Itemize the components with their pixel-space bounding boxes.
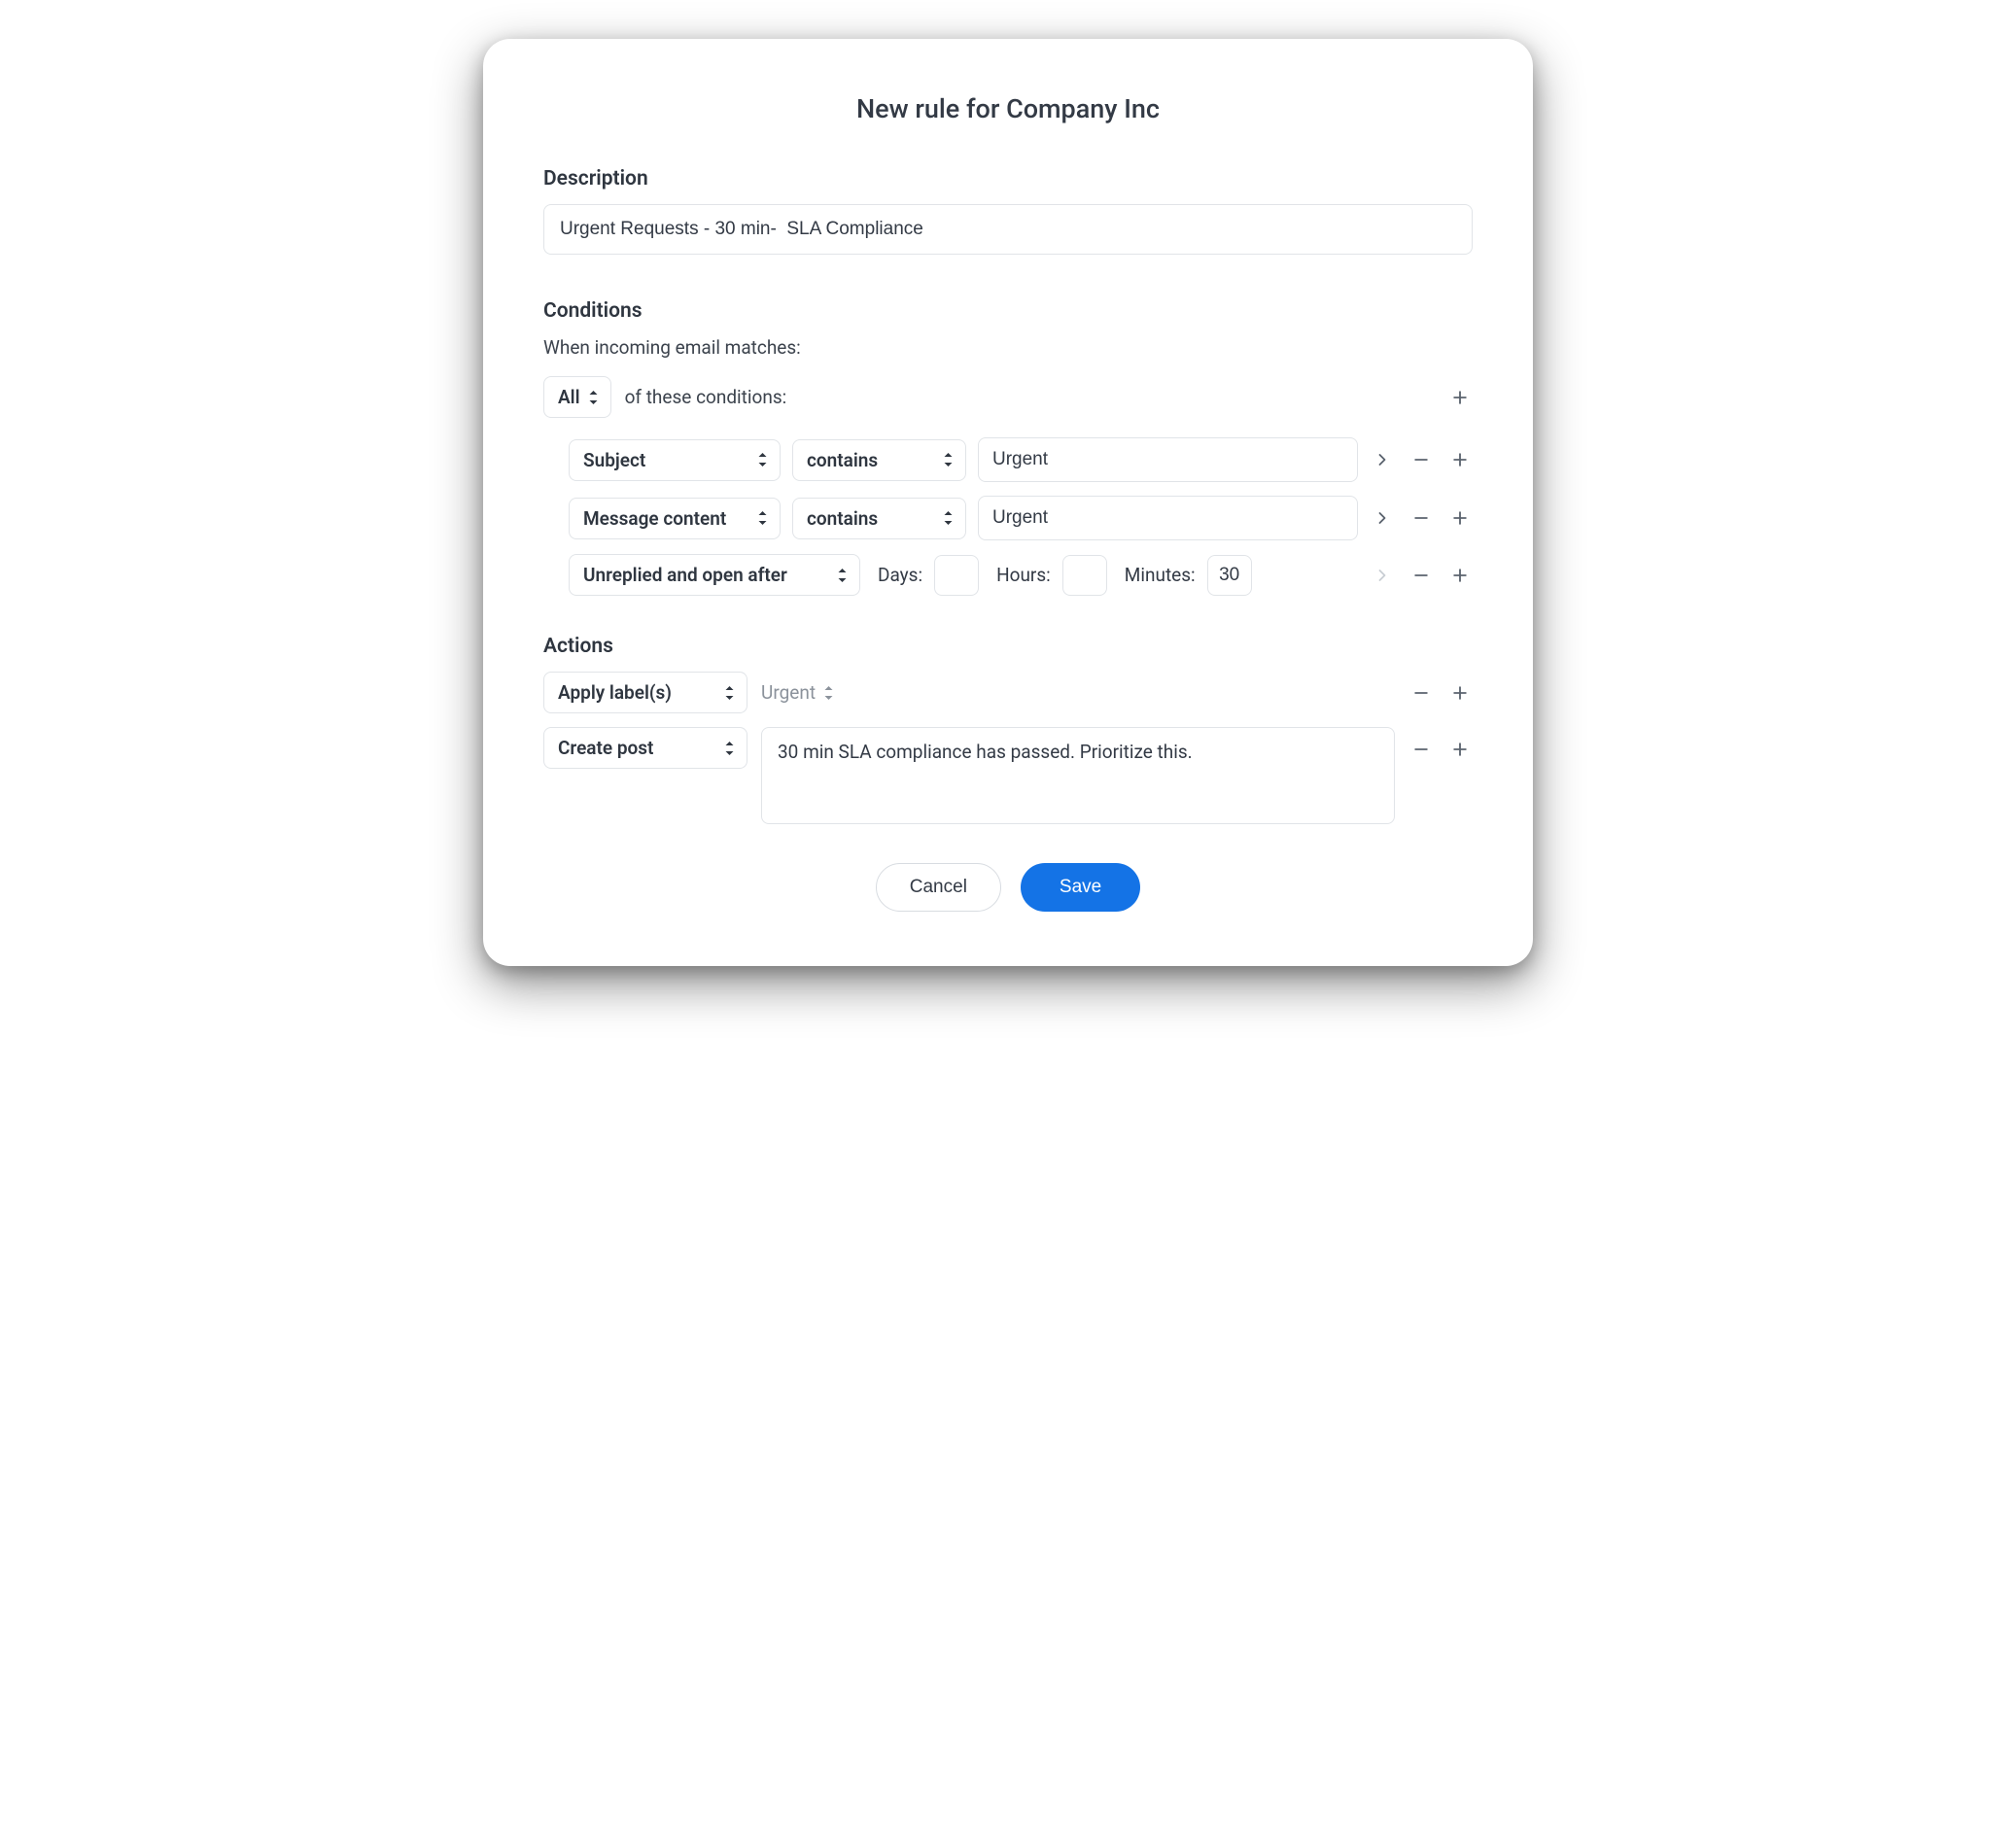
remove-condition-button[interactable]: [1408, 505, 1434, 531]
updown-icon: [757, 510, 768, 526]
updown-icon: [837, 568, 848, 583]
chevron-right-icon: [1373, 450, 1392, 469]
add-condition-button[interactable]: [1447, 447, 1473, 472]
condition-operator-select[interactable]: contains: [792, 498, 966, 539]
hours-input[interactable]: [1062, 555, 1107, 596]
days-input[interactable]: [934, 555, 979, 596]
plus-icon: [1450, 388, 1470, 407]
updown-icon: [823, 685, 834, 701]
condition-field-select[interactable]: Subject: [569, 439, 781, 481]
action-type-select[interactable]: Apply label(s): [543, 672, 747, 713]
condition-value-input[interactable]: [978, 437, 1358, 482]
chevron-right-icon: [1373, 566, 1392, 585]
minutes-label: Minutes:: [1125, 564, 1196, 586]
plus-icon: [1450, 683, 1470, 703]
action-row: Create post: [543, 727, 1473, 824]
updown-icon: [943, 510, 954, 526]
save-button[interactable]: Save: [1021, 863, 1140, 912]
rule-modal: New rule for Company Inc Description Con…: [483, 39, 1533, 966]
condition-row: Message content contains: [543, 496, 1473, 540]
updown-icon: [757, 452, 768, 467]
condition-field-select[interactable]: Message content: [569, 498, 781, 539]
expand-condition-button[interactable]: [1370, 447, 1395, 472]
actions-label: Actions: [543, 635, 1473, 658]
modal-title: New rule for Company Inc: [543, 93, 1473, 124]
match-suffix: of these conditions:: [625, 386, 787, 408]
days-label: Days:: [878, 564, 922, 586]
minus-icon: [1411, 508, 1431, 528]
updown-icon: [724, 741, 735, 756]
updown-icon: [724, 685, 735, 701]
cancel-button[interactable]: Cancel: [876, 863, 1001, 912]
conditions-intro: When incoming email matches:: [543, 336, 1473, 359]
description-input[interactable]: [543, 204, 1473, 255]
add-condition-group-button[interactable]: [1447, 385, 1473, 410]
add-action-button[interactable]: [1447, 680, 1473, 706]
chevron-right-icon: [1373, 508, 1392, 528]
expand-condition-button: [1370, 563, 1395, 588]
minus-icon: [1411, 683, 1431, 703]
remove-action-button[interactable]: [1408, 737, 1434, 762]
minus-icon: [1411, 450, 1431, 469]
label-select[interactable]: Urgent: [761, 673, 834, 712]
match-mode-select[interactable]: All: [543, 376, 611, 418]
plus-icon: [1450, 508, 1470, 528]
add-condition-button[interactable]: [1447, 505, 1473, 531]
plus-icon: [1450, 566, 1470, 585]
condition-row: Subject contains: [543, 437, 1473, 482]
remove-condition-button[interactable]: [1408, 447, 1434, 472]
match-mode-value: All: [558, 386, 580, 408]
expand-condition-button[interactable]: [1370, 505, 1395, 531]
add-action-button[interactable]: [1447, 737, 1473, 762]
updown-icon: [943, 452, 954, 467]
condition-time-row: Unreplied and open after Days: Hours: Mi…: [543, 554, 1473, 596]
minus-icon: [1411, 566, 1431, 585]
plus-icon: [1450, 740, 1470, 759]
remove-action-button[interactable]: [1408, 680, 1434, 706]
condition-operator-select[interactable]: contains: [792, 439, 966, 481]
condition-field-select[interactable]: Unreplied and open after: [569, 554, 860, 596]
conditions-label: Conditions: [543, 299, 1473, 323]
post-content-input[interactable]: [761, 727, 1395, 824]
condition-value-input[interactable]: [978, 496, 1358, 540]
updown-icon: [588, 390, 599, 405]
plus-icon: [1450, 450, 1470, 469]
add-condition-button[interactable]: [1447, 563, 1473, 588]
description-label: Description: [543, 167, 1473, 190]
action-row: Apply label(s) Urgent: [543, 672, 1473, 713]
minutes-input[interactable]: [1207, 555, 1252, 596]
action-type-select[interactable]: Create post: [543, 727, 747, 769]
minus-icon: [1411, 740, 1431, 759]
remove-condition-button[interactable]: [1408, 563, 1434, 588]
hours-label: Hours:: [996, 564, 1051, 586]
